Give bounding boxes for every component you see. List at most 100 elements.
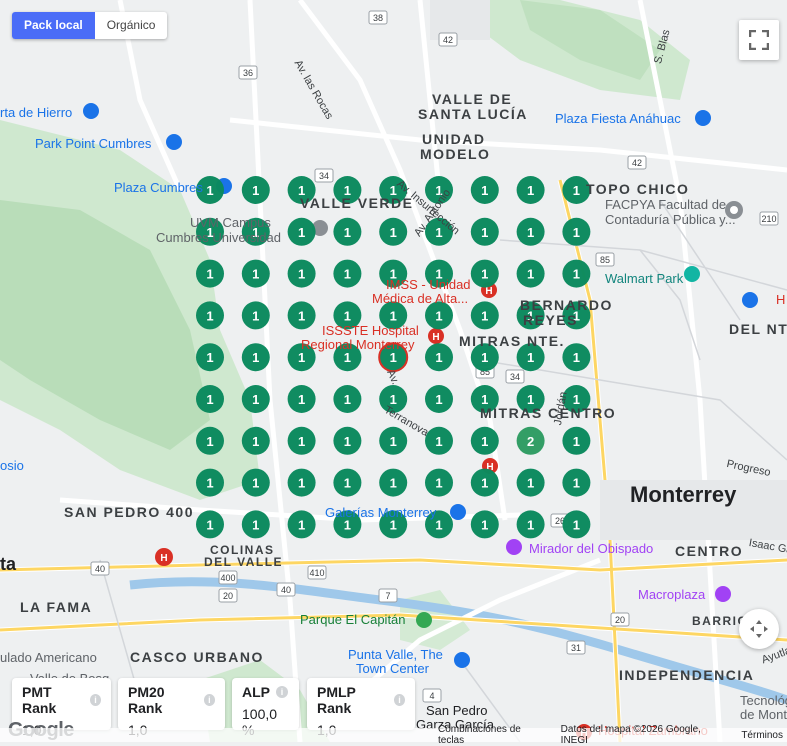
terms-link[interactable]: Términos — [741, 730, 783, 741]
view-toggle[interactable]: Pack local Orgánico — [12, 12, 168, 39]
info-icon[interactable]: i — [90, 694, 101, 706]
place-label[interactable]: UVM Campus — [190, 216, 271, 230]
place-label[interactable]: Médica de Alta... — [372, 292, 468, 306]
place-label[interactable]: IMSS - Unidad — [386, 278, 471, 292]
place-label[interactable]: de Monte — [740, 708, 787, 722]
metric-card: PMLP Ranki 1,0 — [307, 678, 415, 738]
park-icon[interactable] — [684, 266, 700, 282]
road-number: 31 — [571, 643, 581, 653]
place-label[interactable]: Macroplaza — [638, 587, 705, 602]
place-label[interactable]: Tecnológ — [740, 694, 787, 708]
road-number: 20 — [615, 615, 625, 625]
road-number: 20 — [223, 591, 233, 601]
pack-local-tab[interactable]: Pack local — [12, 12, 95, 39]
grid-pin-rank: 1 — [573, 434, 580, 449]
grid-pin-rank: 1 — [390, 350, 397, 365]
road-number: 34 — [510, 372, 520, 382]
grid-pin-rank: 1 — [527, 350, 534, 365]
area-label: VALLE DE — [432, 91, 513, 107]
grid-pin-rank: 1 — [527, 225, 534, 240]
place-label: San Pedro — [426, 703, 488, 718]
shopping-icon[interactable] — [454, 652, 470, 668]
road-number: 38 — [373, 13, 383, 23]
road-number: 42 — [443, 35, 453, 45]
place-label[interactable]: Town Center — [356, 662, 429, 676]
svg-text:H: H — [432, 332, 439, 343]
shopping-icon[interactable] — [83, 103, 99, 119]
place-label[interactable]: Punta Valle, The — [348, 648, 443, 662]
place-label[interactable]: Walmart Park — [605, 271, 683, 286]
grid-pin-rank: 1 — [481, 476, 488, 491]
grid-pin-rank: 1 — [527, 517, 534, 532]
place-label: ta — [0, 554, 17, 574]
area-label: REYES — [523, 312, 578, 328]
grid-pin-rank: 1 — [206, 517, 213, 532]
place-label: H — [776, 292, 786, 307]
place-label[interactable]: Plaza Fiesta Anáhuac — [555, 112, 681, 126]
area-label: MITRAS CENTRO — [480, 405, 617, 421]
area-label: DEL VALLE — [204, 555, 284, 569]
area-label: BERNARDO — [520, 297, 613, 313]
grid-pin-rank: 1 — [252, 267, 259, 282]
svg-text:H: H — [485, 286, 492, 297]
area-label: DEL NTE. — [729, 321, 787, 337]
grid-pin-rank: 1 — [298, 476, 305, 491]
place-label[interactable]: FACPYA Facultad de — [605, 198, 726, 212]
road-number: 34 — [319, 171, 329, 181]
place-label[interactable]: rta de Hierro — [0, 106, 72, 120]
area-label: TOPO CHICO — [586, 181, 690, 197]
grid-pin-rank: 1 — [344, 308, 351, 323]
shopping-icon[interactable] — [166, 134, 182, 150]
landmark-icon[interactable] — [715, 586, 731, 602]
shopping-icon[interactable] — [695, 110, 711, 126]
place-label[interactable]: Plaza Cumbres — [114, 181, 203, 195]
grid-pin-rank: 2 — [527, 434, 534, 449]
fullscreen-icon — [749, 30, 769, 50]
area-label: INDEPENDENCIA — [619, 667, 755, 683]
place-label[interactable]: Cumbres Universidad — [156, 231, 281, 245]
grid-pin-rank: 1 — [206, 183, 213, 198]
place-label[interactable]: Galerías Monterrey — [325, 506, 436, 520]
organico-tab[interactable]: Orgánico — [95, 12, 168, 39]
grid-pin-rank: 1 — [527, 476, 534, 491]
place-label[interactable]: Parque El Capitán — [300, 613, 406, 627]
area-label: CENTRO — [675, 543, 744, 559]
grid-pin-rank: 1 — [298, 308, 305, 323]
grid-pin-rank: 1 — [481, 434, 488, 449]
map-footer: Combinaciones de teclas Datos del mapa ©… — [0, 724, 787, 746]
grid-pin-rank: 1 — [573, 183, 580, 198]
grid-pin-rank: 1 — [344, 350, 351, 365]
grid-pin-rank: 1 — [481, 225, 488, 240]
info-icon[interactable]: i — [276, 686, 288, 698]
grid-pin-rank: 1 — [344, 225, 351, 240]
grid-pin-rank: 1 — [481, 350, 488, 365]
shopping-icon[interactable] — [742, 292, 758, 308]
metric-card: ALPi 100,0 % — [232, 678, 299, 738]
park-icon[interactable] — [416, 612, 432, 628]
keyboard-shortcuts-link[interactable]: Combinaciones de teclas — [438, 724, 549, 746]
area-label: LA FAMA — [20, 599, 93, 615]
fullscreen-button[interactable] — [739, 20, 779, 60]
area-label: VALLE VERDE — [300, 195, 414, 211]
landmark-icon[interactable] — [506, 539, 522, 555]
pan-button[interactable] — [739, 609, 779, 649]
place-label[interactable]: osio — [0, 459, 24, 473]
road-number: 210 — [761, 214, 776, 224]
grid-pin-rank: 1 — [206, 476, 213, 491]
grid-pin-rank: 1 — [573, 267, 580, 282]
grid-pin-rank: 1 — [390, 434, 397, 449]
grid-pin-rank: 1 — [206, 267, 213, 282]
grid-pin-rank: 1 — [298, 434, 305, 449]
place-label[interactable]: Park Point Cumbres — [35, 137, 151, 151]
place-label[interactable]: Contaduría Pública y... — [605, 213, 736, 227]
place-label[interactable]: Mirador del Obispado — [529, 541, 653, 556]
shopping-icon[interactable] — [450, 504, 466, 520]
pan-icon — [750, 620, 768, 638]
place-label[interactable]: ISSSTE Hospital — [322, 324, 419, 338]
road-number: 410 — [309, 568, 324, 578]
info-icon[interactable]: i — [393, 694, 405, 706]
road-number: 7 — [385, 591, 390, 601]
info-icon[interactable]: i — [203, 694, 215, 706]
place-label[interactable]: Regional Monterrey — [301, 338, 414, 352]
grid-pin-rank: 1 — [481, 267, 488, 282]
